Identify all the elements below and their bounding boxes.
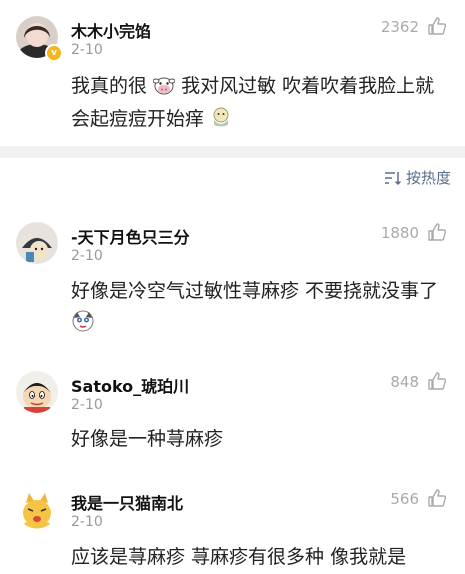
sort-icon <box>384 171 402 185</box>
verified-v-icon: v <box>45 44 63 62</box>
reply-username[interactable]: -天下月色只三分 <box>71 224 190 248</box>
sort-label: 按热度 <box>405 169 451 187</box>
like-count: 2362 <box>380 18 419 36</box>
comment-date: 2-10 <box>71 42 103 58</box>
sort-by-hot-button[interactable]: 按热度 <box>384 167 451 188</box>
like-count: 848 <box>390 373 419 391</box>
thumbs-up-icon[interactable] <box>427 371 447 391</box>
reply-date: 2-10 <box>71 248 103 264</box>
sick-face-emoji-icon <box>213 107 229 127</box>
reply-username[interactable]: Satoko_琥珀川 <box>71 373 189 397</box>
section-divider <box>0 146 465 158</box>
reply-text-body: 应该是荨麻疹 荨麻疹有很多种 像我就是 <box>71 546 407 568</box>
thumbs-up-icon[interactable] <box>427 222 447 242</box>
cow-emoji-icon <box>153 77 176 95</box>
thumbs-up-icon[interactable] <box>427 16 447 36</box>
reply-text-body: 好像是一种荨麻疹 <box>71 428 224 450</box>
like-count: 566 <box>390 490 419 508</box>
avatar[interactable] <box>16 222 58 264</box>
reply-username[interactable]: 我是一只猫南北 <box>71 490 183 514</box>
comment-text: 我真的很 我对风过敏 吹着吹着我脸上就会起痘痘开始痒 <box>71 70 447 136</box>
comment-text-part1: 我真的很 <box>71 75 148 97</box>
avatar[interactable] <box>16 489 58 531</box>
like-count: 1880 <box>380 224 419 242</box>
reply-date: 2-10 <box>71 514 103 530</box>
reply-text: 好像是一种荨麻疹 <box>71 423 447 456</box>
reply-text: 应该是荨麻疹 荨麻疹有很多种 像我就是 <box>71 541 447 574</box>
avatar[interactable] <box>16 371 58 413</box>
reply-date: 2-10 <box>71 397 103 413</box>
comment-username[interactable]: 木木小完馅 <box>71 18 151 42</box>
reply-text: 好像是冷空气过敏性荨麻疹 不要挠就没事了 <box>71 275 447 341</box>
dog-emoji-icon <box>72 310 94 332</box>
reply-text-body: 好像是冷空气过敏性荨麻疹 不要挠就没事了 <box>71 280 439 302</box>
thumbs-up-icon[interactable] <box>427 488 447 508</box>
